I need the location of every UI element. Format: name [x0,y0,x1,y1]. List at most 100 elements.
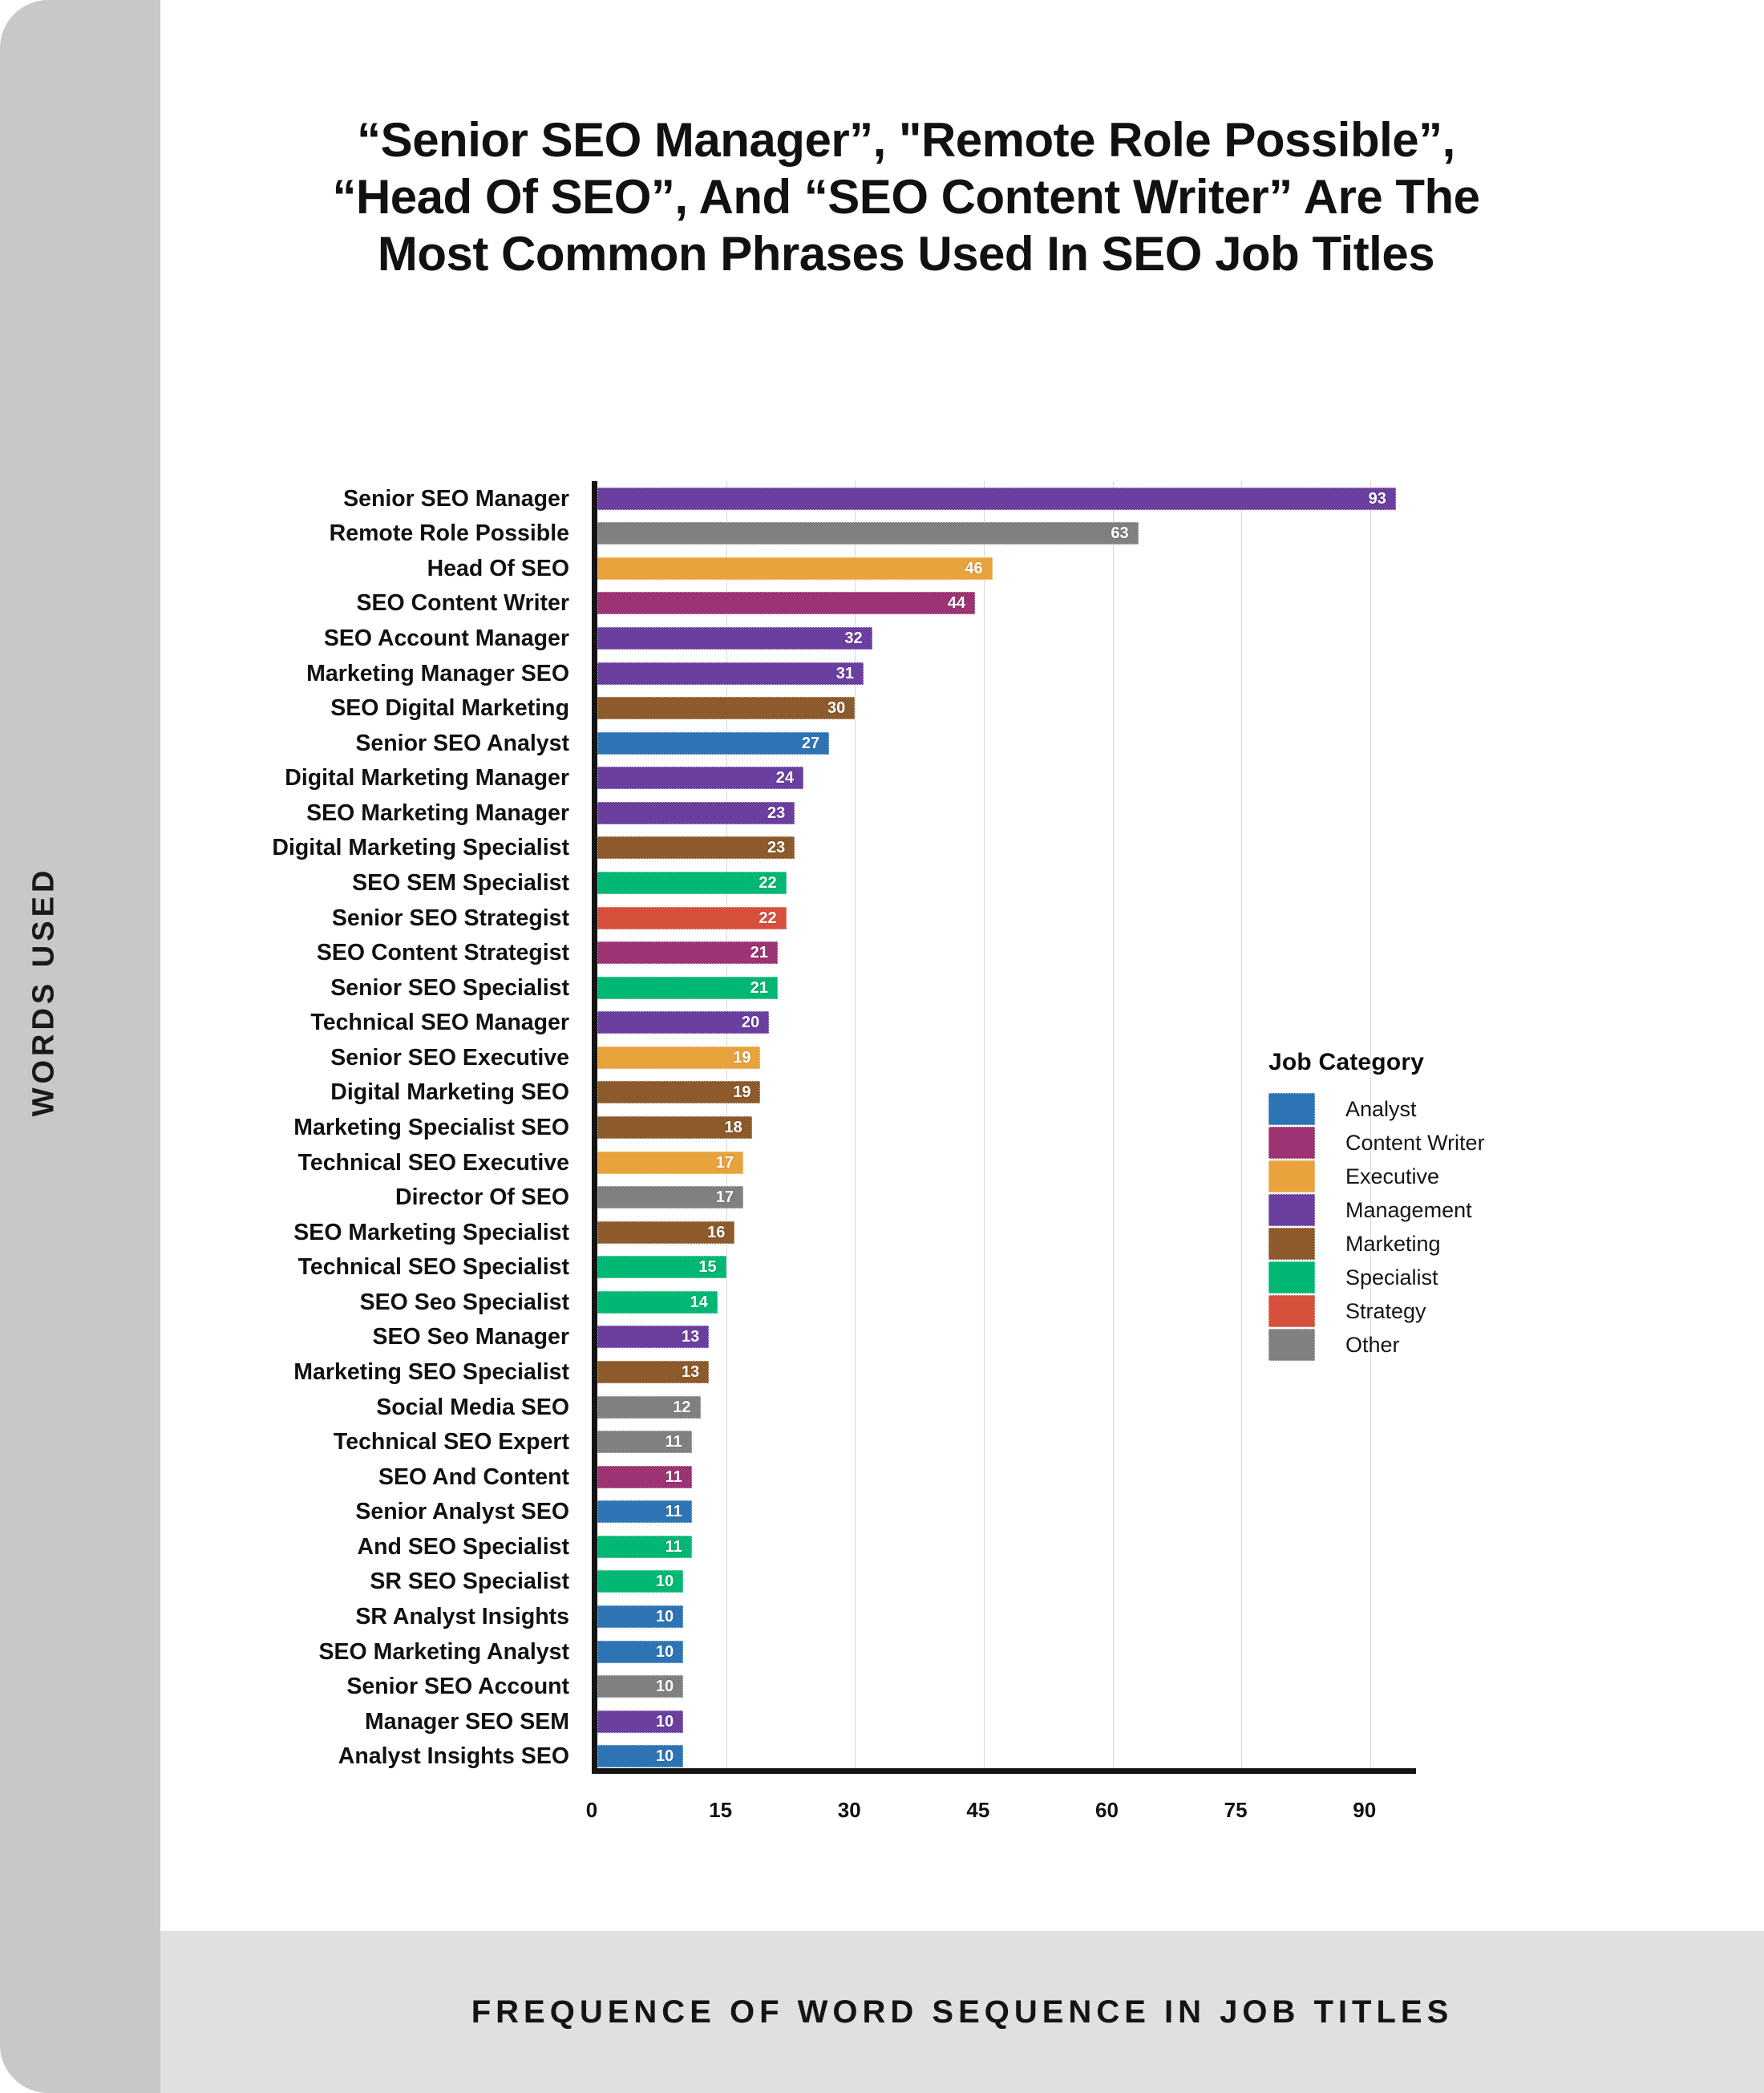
bar-row[interactable]: 12 [597,1395,1422,1419]
bar-value-label: 10 [655,1678,674,1696]
bar[interactable] [597,731,830,755]
legend-color-swatch [1268,1194,1315,1226]
legend-color-swatch [1268,1127,1315,1159]
x-axis-tick-labels: 0 15 30 45 60 75 90 [586,1787,1416,1835]
bar-value-label: 17 [715,1153,734,1172]
y-axis-label: SEO Seo Specialist [359,1289,569,1315]
bar-row[interactable]: 11 [597,1431,1422,1454]
bar-row[interactable]: 23 [597,836,1422,860]
bar-row[interactable]: 21 [597,976,1422,999]
bar-row[interactable]: 22 [597,872,1422,895]
y-axis-label: Manager SEO SEM [365,1708,569,1735]
y-axis-title: WORDS USED [26,866,61,1117]
legend-item[interactable]: Management [1268,1193,1549,1227]
bar-row[interactable]: 20 [597,1011,1422,1034]
legend-color-swatch [1268,1295,1315,1327]
y-axis-label: Technical SEO Executive [297,1149,569,1176]
legend-item[interactable]: Analyst [1268,1092,1549,1126]
bar-row[interactable]: 10 [597,1745,1422,1768]
bar-value-label: 13 [681,1362,700,1381]
bar-row[interactable]: 11 [597,1535,1422,1558]
x-axis-tick: 90 [1353,1798,1377,1822]
bar-row[interactable]: 10 [597,1605,1422,1628]
y-axis-label: SEO Marketing Specialist [293,1219,569,1245]
bar[interactable] [597,522,1139,545]
bar[interactable] [597,767,803,790]
y-axis-label: SEO Marketing Analyst [318,1638,569,1665]
bar-row[interactable]: 23 [597,801,1422,824]
legend-item[interactable]: Content Writer [1268,1126,1549,1160]
bar[interactable] [597,662,864,685]
y-axis-label: Digital Marketing SEO [330,1079,569,1106]
bar-row[interactable]: 44 [597,592,1422,615]
bar-value-label: 24 [775,769,794,787]
y-axis-label: SEO Content Writer [356,590,570,617]
bar-value-label: 11 [665,1503,682,1521]
y-axis-tick-labels: Senior SEO Manager Remote Role Possible He… [160,481,585,1774]
bar-value-label: 10 [655,1642,674,1661]
bar-row[interactable]: 22 [597,906,1422,929]
bar-row[interactable]: 27 [597,731,1422,755]
bar-row[interactable]: 11 [597,1500,1422,1524]
bar-value-label: 46 [965,559,983,577]
legend-item[interactable]: Executive [1268,1160,1549,1193]
bar[interactable] [597,801,795,824]
y-axis-label: SEO Marketing Manager [306,800,569,826]
y-axis-label: Senior SEO Analyst [355,730,569,756]
bar[interactable] [597,836,795,860]
bar-row[interactable]: 93 [597,487,1422,510]
y-axis-label: Digital Marketing Specialist [272,835,569,861]
legend-item[interactable]: Other [1268,1328,1549,1362]
bar[interactable] [597,872,787,895]
legend-color-swatch [1268,1261,1315,1293]
bar[interactable] [597,592,976,615]
bar-row[interactable]: 21 [597,941,1422,965]
y-axis-label: Analyst Insights SEO [338,1743,569,1770]
bar-row[interactable]: 11 [597,1465,1422,1488]
bar-value-label: 13 [681,1328,700,1346]
x-axis-title: FREQUENCE OF WORD SEQUENCE IN JOB TITLES [471,1994,1454,2030]
bar-row[interactable]: 13 [597,1360,1422,1383]
bar-row[interactable]: 32 [597,627,1422,650]
y-axis-label: SEO Content Strategist [316,940,569,966]
y-axis-label: Director Of SEO [395,1184,569,1211]
bar[interactable] [597,557,993,580]
bar[interactable] [597,487,1396,510]
bar-row[interactable]: 31 [597,662,1422,685]
bar-value-label: 27 [801,734,820,752]
bar-value-label: 23 [767,839,786,857]
y-axis-label: Technical SEO Expert [333,1429,569,1455]
bar-value-label: 44 [947,594,966,613]
legend-color-swatch [1268,1228,1315,1260]
y-axis-label: SR SEO Specialist [370,1569,569,1595]
bar-value-label: 10 [655,1607,674,1625]
bar-row[interactable]: 24 [597,767,1422,790]
bar-value-label: 21 [750,978,768,997]
y-axis-label: SEO Account Manager [323,625,569,652]
legend-item-label: Executive [1345,1164,1440,1188]
legend-item[interactable]: Marketing [1268,1227,1549,1261]
legend-item-label: Strategy [1345,1298,1426,1323]
bar-row[interactable]: 10 [597,1710,1422,1733]
bar-value-label: 19 [733,1048,751,1067]
bar-row[interactable]: 63 [597,522,1422,545]
y-axis-label: And SEO Specialist [357,1533,570,1560]
legend-item[interactable]: Specialist [1268,1261,1549,1294]
bar-row[interactable]: 10 [597,1640,1422,1663]
bar-value-label: 10 [655,1712,674,1731]
bar-row[interactable]: 10 [597,1570,1422,1593]
y-axis-label: Digital Marketing Manager [285,765,569,791]
bar-row[interactable]: 30 [597,697,1422,720]
bar-value-label: 21 [750,944,768,962]
legend-item[interactable]: Strategy [1268,1294,1549,1328]
bar-row[interactable]: 10 [597,1675,1422,1698]
chart-title: “Senior SEO Manager”, "Remote Role Possi… [332,113,1480,281]
bar[interactable] [597,906,787,929]
legend-item-label: Specialist [1345,1265,1438,1289]
bar-value-label: 17 [715,1188,734,1207]
y-axis-label: Technical SEO Manager [310,1010,569,1036]
bar[interactable] [597,627,872,650]
bar[interactable] [597,697,856,720]
y-axis-label: Head Of SEO [427,555,569,581]
bar-row[interactable]: 46 [597,557,1422,580]
